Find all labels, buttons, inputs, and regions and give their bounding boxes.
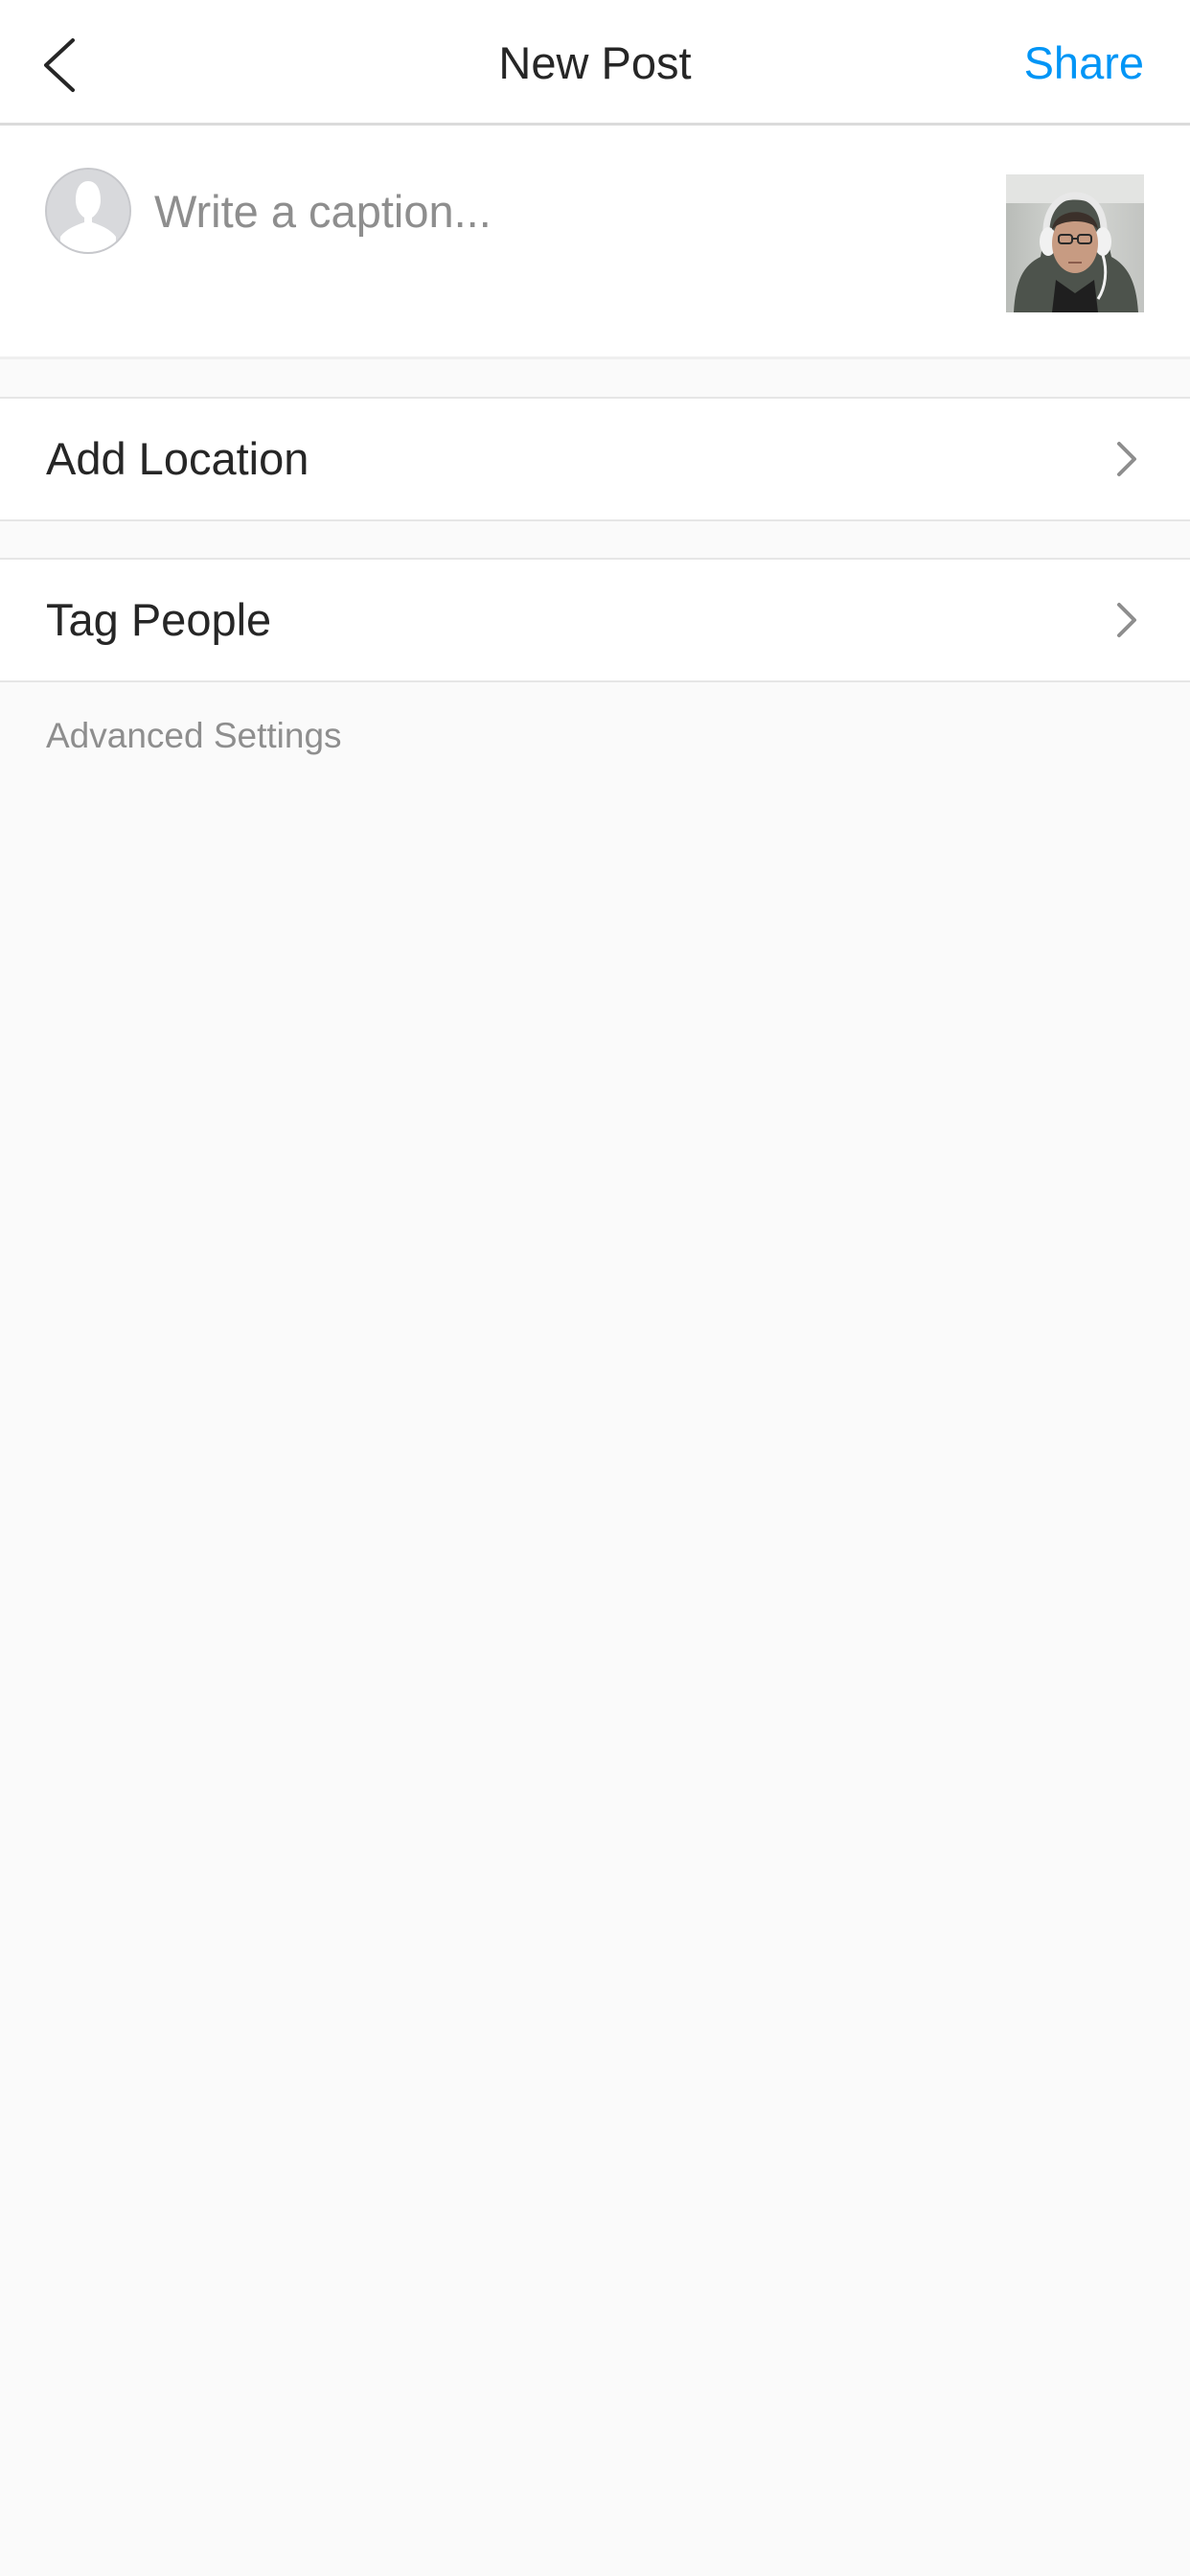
share-button[interactable]: Share bbox=[1024, 33, 1144, 94]
default-avatar-icon bbox=[47, 170, 129, 252]
avatar[interactable] bbox=[45, 168, 131, 254]
add-location-row[interactable]: Add Location bbox=[0, 397, 1190, 521]
back-button[interactable] bbox=[38, 27, 125, 104]
new-post-screen: New Post Share Write a caption... Add Lo… bbox=[0, 0, 1190, 2576]
header-bar: New Post Share bbox=[0, 0, 1190, 126]
tag-people-label: Tag People bbox=[46, 594, 272, 645]
tag-people-row[interactable]: Tag People bbox=[0, 558, 1190, 682]
chevron-left-icon bbox=[44, 38, 75, 92]
post-photo-thumbnail bbox=[1006, 174, 1144, 312]
caption-input[interactable] bbox=[154, 177, 959, 244]
add-location-label: Add Location bbox=[46, 433, 309, 484]
page-title: New Post bbox=[498, 37, 692, 88]
caption-section bbox=[0, 126, 1190, 359]
advanced-settings-link[interactable]: Advanced Settings bbox=[46, 713, 342, 759]
chevron-right-icon bbox=[1106, 438, 1144, 480]
chevron-right-icon bbox=[1106, 599, 1144, 641]
